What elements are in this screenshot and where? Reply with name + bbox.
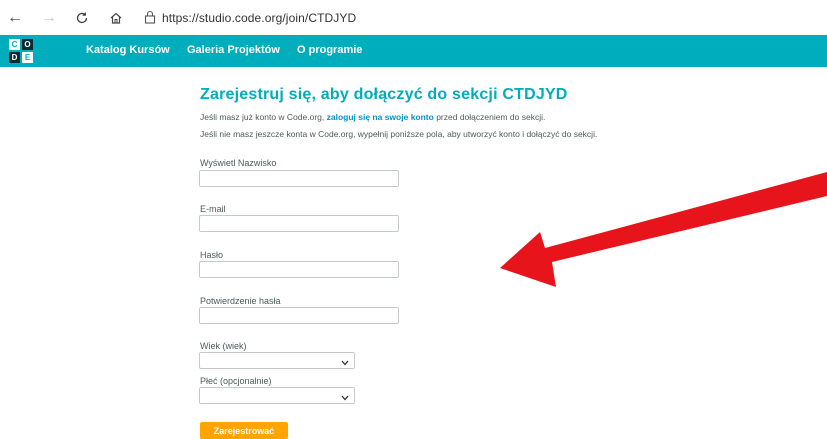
red-arrow-annotation <box>500 172 827 287</box>
arrow-shape <box>500 172 827 287</box>
